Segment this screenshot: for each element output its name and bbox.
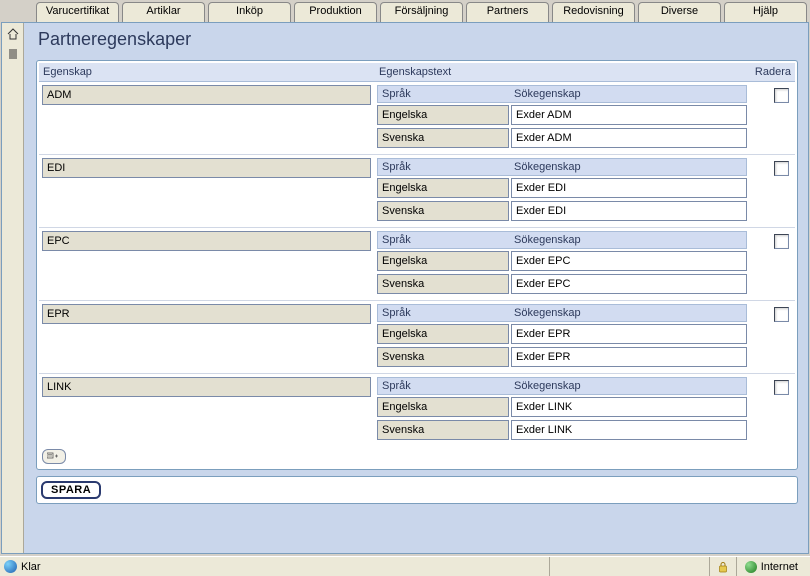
lang-header: SpråkSökegenskap	[377, 304, 747, 322]
search-property-input[interactable]	[511, 347, 747, 367]
property-code-input[interactable]	[42, 304, 371, 324]
properties-panel: Egenskap Egenskapstext Radera SpråkSökeg…	[36, 60, 798, 470]
language-name-input[interactable]	[377, 324, 509, 344]
delete-checkbox[interactable]	[774, 380, 789, 395]
lang-row	[377, 397, 747, 417]
lang-header: SpråkSökegenskap	[377, 377, 747, 395]
property-code-input[interactable]	[42, 231, 371, 251]
menu-redovisning[interactable]: Redovisning	[552, 2, 635, 22]
search-property-input[interactable]	[511, 324, 747, 344]
search-property-input[interactable]	[511, 128, 747, 148]
col-sokegenskap: Sökegenskap	[514, 161, 742, 173]
col-sprak: Språk	[382, 161, 514, 173]
search-property-input[interactable]	[511, 274, 747, 294]
search-property-input[interactable]	[511, 251, 747, 271]
language-name-input[interactable]	[377, 251, 509, 271]
property-code-input[interactable]	[42, 85, 371, 105]
add-row-icon[interactable]	[42, 449, 66, 464]
language-name-input[interactable]	[377, 274, 509, 294]
property-row: SpråkSökegenskap	[39, 155, 795, 228]
globe-icon	[745, 561, 757, 573]
property-row: SpråkSökegenskap	[39, 82, 795, 155]
menu-diverse[interactable]: Diverse	[638, 2, 721, 22]
delete-checkbox[interactable]	[774, 161, 789, 176]
col-sprak: Språk	[382, 88, 514, 100]
menu-partners[interactable]: Partners	[466, 2, 549, 22]
search-property-input[interactable]	[511, 178, 747, 198]
col-sprak: Språk	[382, 380, 514, 392]
menu-varucertifikat[interactable]: Varucertifikat	[36, 2, 119, 22]
property-row: SpråkSökegenskap	[39, 228, 795, 301]
col-egenskapstext: Egenskapstext	[379, 66, 745, 78]
lang-row	[377, 128, 747, 148]
sidebar	[2, 23, 24, 553]
col-sokegenskap: Sökegenskap	[514, 307, 742, 319]
menu-produktion[interactable]: Produktion	[294, 2, 377, 22]
delete-checkbox[interactable]	[774, 234, 789, 249]
language-name-input[interactable]	[377, 178, 509, 198]
main-frame: Partneregenskaper Egenskap Egenskapstext…	[1, 22, 809, 554]
property-row: SpråkSökegenskap	[39, 301, 795, 374]
delete-checkbox[interactable]	[774, 307, 789, 322]
property-row: SpråkSökegenskap	[39, 374, 795, 446]
language-name-input[interactable]	[377, 420, 509, 440]
property-code-input[interactable]	[42, 158, 371, 178]
save-area: SPARA	[36, 476, 798, 504]
ie-icon	[4, 560, 17, 573]
lang-row	[377, 324, 747, 344]
home-icon[interactable]	[6, 27, 20, 41]
statusbar: Klar Internet	[0, 556, 810, 576]
lang-header: SpråkSökegenskap	[377, 231, 747, 249]
content-area: Partneregenskaper Egenskap Egenskapstext…	[24, 23, 808, 553]
delete-checkbox[interactable]	[774, 88, 789, 103]
language-name-input[interactable]	[377, 105, 509, 125]
lang-row	[377, 251, 747, 271]
lang-row	[377, 347, 747, 367]
search-property-input[interactable]	[511, 105, 747, 125]
lang-header: SpråkSökegenskap	[377, 85, 747, 103]
status-zone: Internet	[761, 561, 798, 573]
list-icon[interactable]	[6, 47, 20, 61]
menu-inkop[interactable]: Inköp	[208, 2, 291, 22]
lang-row	[377, 178, 747, 198]
lang-row	[377, 201, 747, 221]
search-property-input[interactable]	[511, 397, 747, 417]
menu-hjalp[interactable]: Hjälp	[724, 2, 807, 22]
col-sokegenskap: Sökegenskap	[514, 88, 742, 100]
menu-artiklar[interactable]: Artiklar	[122, 2, 205, 22]
lang-row	[377, 105, 747, 125]
lock-icon	[718, 561, 728, 573]
save-button[interactable]: SPARA	[41, 481, 101, 499]
search-property-input[interactable]	[511, 201, 747, 221]
language-name-input[interactable]	[377, 128, 509, 148]
col-radera: Radera	[745, 66, 791, 78]
add-row-area	[39, 446, 795, 467]
page-title: Partneregenskaper	[36, 27, 798, 60]
menubar: Varucertifikat Artiklar Inköp Produktion…	[0, 0, 810, 22]
col-sprak: Språk	[382, 307, 514, 319]
menu-forsaljning[interactable]: Försäljning	[380, 2, 463, 22]
lang-row	[377, 420, 747, 440]
language-name-input[interactable]	[377, 347, 509, 367]
status-ready: Klar	[21, 561, 41, 573]
col-egenskap: Egenskap	[43, 66, 379, 78]
language-name-input[interactable]	[377, 397, 509, 417]
col-sprak: Språk	[382, 234, 514, 246]
lang-row	[377, 274, 747, 294]
language-name-input[interactable]	[377, 201, 509, 221]
search-property-input[interactable]	[511, 420, 747, 440]
property-code-input[interactable]	[42, 377, 371, 397]
col-sokegenskap: Sökegenskap	[514, 380, 742, 392]
panel-header: Egenskap Egenskapstext Radera	[39, 63, 795, 82]
col-sokegenskap: Sökegenskap	[514, 234, 742, 246]
lang-header: SpråkSökegenskap	[377, 158, 747, 176]
